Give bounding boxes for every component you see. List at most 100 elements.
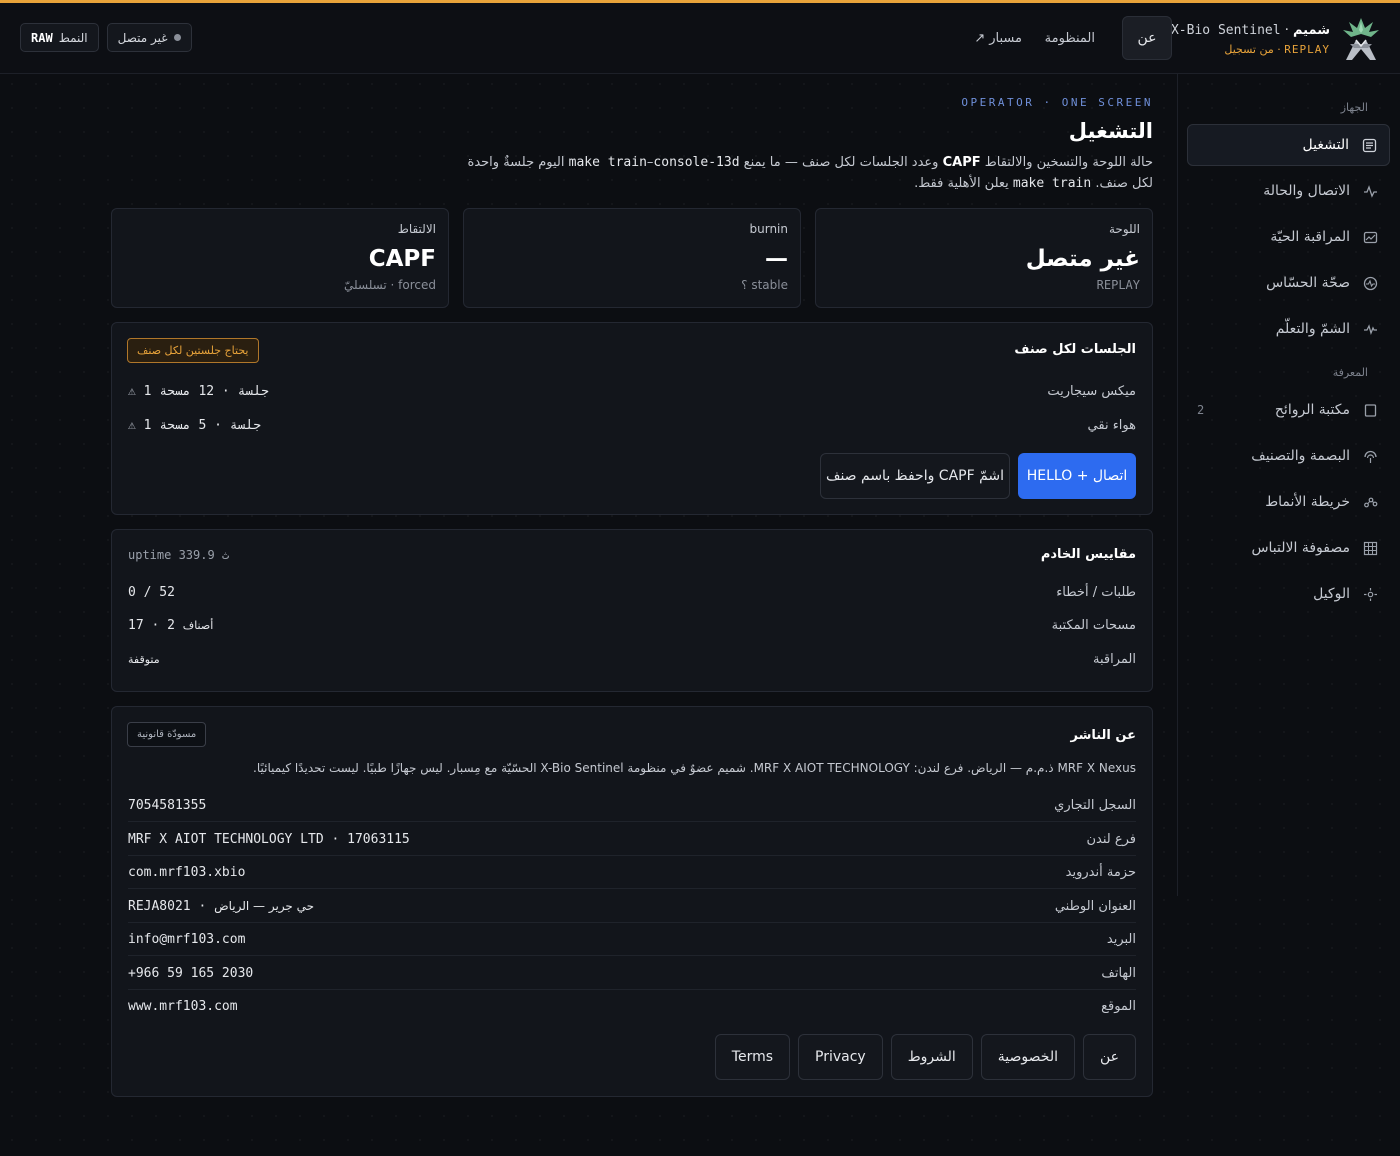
brand-mode-sep: · — [1277, 42, 1281, 56]
connection-status-label: غير متصل — [117, 30, 168, 45]
info-key: البريد — [1106, 931, 1136, 947]
lead-text-2: وعدد الجلسات لكل صنف — ما يمنع — [739, 155, 943, 170]
privacy-en-link-button[interactable]: Privacy — [798, 1034, 883, 1080]
grid-icon — [1362, 540, 1378, 556]
sidebar-item-label: خريطة الأنماط — [1265, 494, 1350, 510]
warning-icon: ⚠ — [128, 418, 136, 433]
sidebar-item-label: المراقبة الحيّة — [1270, 229, 1350, 245]
session-count-value: 1 جلسة · 5 مسحة — [143, 418, 262, 433]
header-status-group: النمط RAW غير متصل — [20, 23, 192, 52]
sidebar-item-connection[interactable]: الاتصال والحالة — [1187, 170, 1390, 212]
info-row: السجل التجاري 7054581355 — [128, 789, 1136, 822]
sidebar-item-label: مصفوفة الالتباس — [1251, 540, 1350, 556]
lead-bold: CAPF — [942, 155, 981, 170]
sidebar-item-agent[interactable]: الوكيل — [1187, 573, 1390, 615]
pulse-icon — [1362, 183, 1378, 199]
library-count-badge: 2 — [1197, 403, 1205, 417]
lead-code-2: console-13d — [653, 155, 740, 170]
about-description: MRF X Nexus ذ.م.م — الرياض. فرع لندن: MR… — [253, 761, 1136, 775]
privacy-ar-link-button[interactable]: الخصوصية — [980, 1034, 1075, 1080]
sparkle-icon — [1362, 321, 1378, 337]
capture-save-button[interactable]: اشمّ CAPF واحفظ باسم صنف — [820, 453, 1010, 499]
sidebar-item-label: الشمّ والتعلّم — [1275, 321, 1350, 337]
sidebar-item-label: مكتبة الروائح — [1274, 402, 1350, 418]
lead-code-3: make train — [1012, 176, 1092, 191]
info-value[interactable]: www.mrf103.com — [128, 999, 238, 1014]
info-row: الموقع www.mrf103.com — [128, 990, 1136, 1023]
stat-card-burnin: burnin — stable ؟ — [463, 208, 801, 308]
about-link-button[interactable]: عن — [1082, 1034, 1136, 1080]
brand-mode-note: من تسجيل — [1224, 42, 1274, 56]
sidebar-item-scent-library[interactable]: مكتبة الروائح 2 — [1187, 389, 1390, 431]
info-key: السجل التجاري — [1054, 797, 1136, 813]
terms-en-link-button[interactable]: Terms — [714, 1034, 791, 1080]
mode-chip-label: النمط — [58, 30, 88, 45]
info-key: فرع لندن — [1086, 831, 1136, 847]
sidebar-item-sniff-learn[interactable]: الشمّ والتعلّم — [1187, 308, 1390, 350]
sidebar-item-fingerprint[interactable]: البصمة والتصنيف — [1187, 435, 1390, 477]
page-eyebrow: OPERATOR · ONE SCREEN — [961, 96, 1153, 109]
server-metrics-title: مقاييس الخادم — [1040, 547, 1136, 562]
legal-draft-badge: مسودّة قانونية — [127, 722, 207, 747]
mode-chip[interactable]: النمط RAW — [20, 23, 99, 52]
sessions-card: الجلسات لكل صنف يحتاج جلستين لكل صنف ميك… — [111, 322, 1153, 515]
brand-title: شميم · X-Bio Sentinel — [1171, 23, 1330, 38]
session-count: ⚠ 1 جلسة · 5 مسحة — [128, 418, 261, 433]
stat-card-capture: الالتقاط CAPF forced · تسلسليّ — [111, 208, 449, 308]
address-code: REJA8021 — [128, 898, 191, 914]
metric-key: مسحات المكتبة — [1051, 618, 1136, 633]
stat-sub: REPLAY — [1096, 278, 1140, 292]
nav-ecosystem-link[interactable]: المنظومة — [1045, 31, 1095, 46]
sidebar-item-live-monitor[interactable]: المراقبة الحيّة — [1187, 216, 1390, 258]
metric-row: طلبات / أخطاء 0 / 52 — [128, 576, 1136, 609]
metric-number: 17 · 2 — [128, 618, 175, 633]
brand-product: X-Bio Sentinel — [1170, 22, 1281, 38]
stat-sub: stable ؟ — [741, 278, 788, 292]
info-row: فرع لندن MRF X AIOT TECHNOLOGY LTD · 170… — [128, 823, 1136, 856]
agent-icon — [1362, 586, 1378, 602]
metric-value: 0 / 52 — [128, 585, 175, 600]
session-count-value: 1 جلسة · 12 مسحة — [143, 384, 269, 399]
sidebar-item-sensor-health[interactable]: صحّة الحسّاس — [1187, 262, 1390, 304]
brand[interactable]: شميم · X-Bio Sentinel REPLAY · من تسجيل — [1171, 15, 1382, 63]
sidebar-item-label: صحّة الحسّاس — [1266, 275, 1350, 291]
sidebar-item-confusion-matrix[interactable]: مصفوفة الالتباس — [1187, 527, 1390, 569]
page-description: حالة اللوحة والتسخين والالتقاط CAPF وعدد… — [453, 152, 1153, 194]
connection-status-chip[interactable]: غير متصل — [106, 23, 192, 52]
sidebar-section-device: الجهاز — [1340, 101, 1368, 114]
info-value[interactable]: +966 59 165 2030 — [128, 966, 253, 981]
nav-about-button[interactable]: عن — [1122, 16, 1172, 60]
connect-hello-button[interactable]: اتصال + HELLO — [1018, 453, 1136, 499]
brand-text: شميم · X-Bio Sentinel REPLAY · من تسجيل — [1171, 23, 1330, 56]
info-row: العنوان الوطني REJA8021 · حي جرير — الري… — [128, 890, 1136, 923]
legal-links: عن الخصوصية الشروط Privacy Terms — [714, 1034, 1136, 1080]
info-value: REJA8021 · حي جرير — الرياض — [128, 898, 315, 914]
session-class-name: هواء نقي — [1087, 418, 1136, 433]
health-icon — [1362, 275, 1378, 291]
sidebar-section-knowledge: المعرفة — [1332, 366, 1368, 379]
metric-value: 17 · 2 أصناف — [128, 618, 213, 633]
sidebar-item-label: البصمة والتصنيف — [1251, 448, 1350, 464]
logo-icon — [1343, 18, 1379, 60]
info-key: الموقع — [1101, 999, 1136, 1014]
brand-separator: · — [1284, 22, 1289, 38]
status-dot-icon — [173, 34, 181, 41]
metric-key: المراقبة — [1093, 652, 1136, 667]
lead-text-1: حالة اللوحة والتسخين والالتقاط — [980, 155, 1153, 170]
terms-ar-link-button[interactable]: الشروط — [890, 1034, 973, 1080]
uptime-value: uptime 339.9 ث — [128, 548, 230, 562]
info-value[interactable]: info@mrf103.com — [128, 932, 245, 947]
info-key: الهاتف — [1101, 965, 1136, 981]
operation-icon — [1361, 137, 1377, 153]
sidebar-item-operation[interactable]: التشغيل — [1187, 124, 1390, 166]
metric-value: متوقفة — [128, 653, 160, 666]
sidebar-item-pattern-map[interactable]: خريطة الأنماط — [1187, 481, 1390, 523]
chart-icon — [1362, 229, 1378, 245]
sidebar-item-label: الاتصال والحالة — [1263, 183, 1350, 199]
stat-sub: forced · تسلسليّ — [344, 278, 436, 292]
lead-text-5: يعلن الأهلية فقط. — [914, 176, 1013, 191]
metric-row: المراقبة متوقفة — [128, 643, 1136, 676]
nav-masar-link[interactable]: مسبار ↗ — [974, 31, 1022, 46]
stat-card-board: اللوحة غير متصل REPLAY — [815, 208, 1153, 308]
about-title: عن الناشر — [1070, 728, 1136, 743]
